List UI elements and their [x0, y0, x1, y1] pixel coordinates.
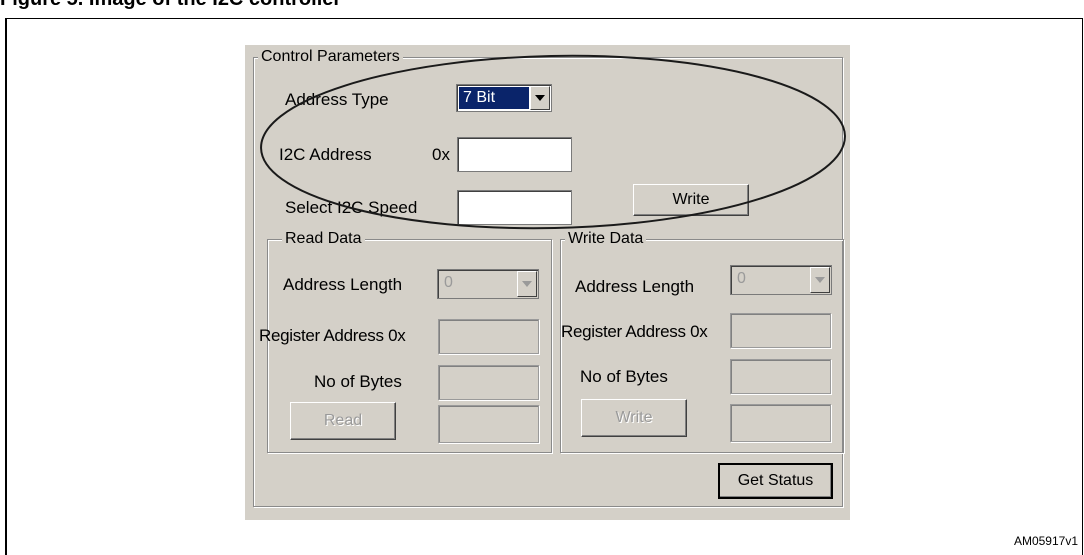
write-control-button[interactable]: Write [633, 184, 749, 216]
read-address-length-label: Address Length [283, 275, 403, 294]
write-address-length-label: Address Length [575, 277, 695, 296]
chevron-down-icon[interactable] [810, 267, 830, 293]
write-data-title: Write Data [565, 230, 647, 248]
read-data-output [438, 405, 539, 443]
read-register-address-label: Register Address 0x [259, 326, 406, 345]
read-data-title: Read Data [282, 230, 365, 248]
read-no-of-bytes-input[interactable] [438, 365, 539, 400]
i2c-address-hex-prefix: 0x [432, 145, 450, 164]
i2c-address-label: I2C Address [279, 145, 372, 164]
write-data-input[interactable] [730, 404, 831, 442]
read-button[interactable]: Read [290, 402, 396, 440]
write-register-address-input[interactable] [730, 313, 831, 348]
write-register-address-label: Register Address 0x [561, 322, 708, 341]
address-type-label: Address Type [285, 90, 389, 109]
control-parameters-title: Control Parameters [258, 48, 403, 66]
read-no-of-bytes-label: No of Bytes [314, 372, 402, 391]
read-address-length-value: 0 [444, 274, 453, 291]
figure-caption: Figure 5. Image of the I2C controller [0, 0, 341, 11]
write-address-length-value: 0 [737, 270, 746, 287]
i2c-controller-panel: Control Parameters Address Type 7 Bit I2… [245, 45, 850, 520]
address-type-value: 7 Bit [459, 87, 529, 109]
figure-id: AM05917v1 [1013, 534, 1078, 548]
i2c-address-input[interactable] [457, 137, 572, 172]
chevron-down-icon[interactable] [530, 86, 550, 110]
chevron-down-icon[interactable] [517, 271, 537, 297]
write-address-length-select[interactable]: 0 [730, 265, 832, 295]
read-address-length-select[interactable]: 0 [437, 269, 539, 299]
address-type-select[interactable]: 7 Bit [456, 84, 552, 112]
select-i2c-speed-label: Select I2C Speed [285, 198, 418, 217]
write-data-button[interactable]: Write [581, 399, 687, 437]
write-no-of-bytes-label: No of Bytes [580, 367, 668, 386]
write-no-of-bytes-input[interactable] [730, 359, 831, 394]
get-status-button[interactable]: Get Status [718, 463, 833, 499]
i2c-speed-input[interactable] [457, 190, 572, 225]
read-register-address-input[interactable] [438, 319, 539, 354]
